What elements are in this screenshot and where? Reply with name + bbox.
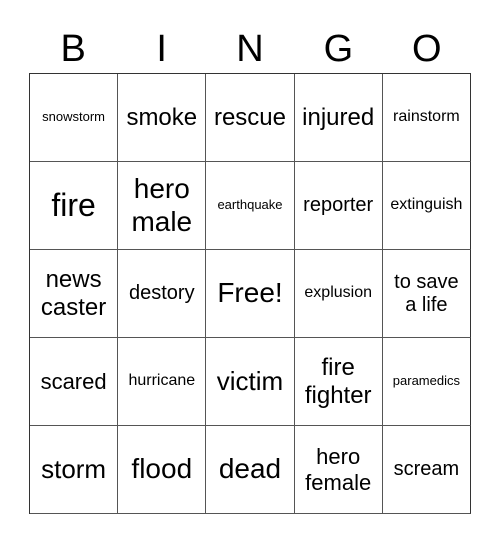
bingo-header: B I N G O xyxy=(29,24,471,74)
bingo-cell-label: hurricane xyxy=(128,372,196,390)
header-letter-g: G xyxy=(323,28,354,70)
bingo-cell[interactable]: flood xyxy=(118,426,207,514)
bingo-cell-label: news caster xyxy=(40,265,107,321)
bingo-cell-label: explusion xyxy=(304,284,372,302)
bingo-cell-label: victim xyxy=(216,365,284,396)
bingo-cell-label: hero female xyxy=(305,444,372,495)
bingo-cell[interactable]: news caster xyxy=(30,250,119,338)
bingo-cell-label: reporter xyxy=(303,194,374,216)
bingo-cell[interactable]: victim xyxy=(206,338,295,426)
bingo-cell-label: injured xyxy=(302,103,375,131)
bingo-cell[interactable]: rescue xyxy=(206,74,295,162)
bingo-cell[interactable]: storm xyxy=(30,426,119,514)
bingo-cell-label: rainstorm xyxy=(393,108,460,126)
bingo-cell[interactable]: smoke xyxy=(118,74,207,162)
bingo-cell[interactable]: destory xyxy=(118,250,207,338)
bingo-cell[interactable]: dead xyxy=(206,426,295,514)
bingo-cell-label: scared xyxy=(40,368,107,394)
bingo-cell[interactable]: scared xyxy=(30,338,119,426)
bingo-cell[interactable]: hero male xyxy=(118,162,207,250)
bingo-cell-label: earthquake xyxy=(217,197,283,213)
bingo-cell-label: to save a life xyxy=(394,270,459,316)
bingo-cell-label: Free! xyxy=(217,277,283,309)
bingo-cell[interactable]: extinguish xyxy=(382,162,471,250)
bingo-cell[interactable]: fire xyxy=(30,162,119,250)
bingo-cell-label: paramedics xyxy=(392,373,460,389)
bingo-cell-label: fire fighter xyxy=(304,353,372,409)
bingo-cell-label: storm xyxy=(41,453,107,484)
bingo-cell-label: snowstorm xyxy=(42,109,106,125)
bingo-cell-label: flood xyxy=(131,453,193,485)
bingo-cell[interactable]: earthquake xyxy=(206,162,295,250)
header-letter-o: O xyxy=(412,28,442,70)
bingo-cell[interactable]: fire fighter xyxy=(294,338,383,426)
header-letter-n: N xyxy=(236,28,264,70)
header-letter-b: B xyxy=(60,28,86,70)
bingo-cell-label: rescue xyxy=(213,103,287,131)
free-space-cell[interactable]: Free! xyxy=(206,250,295,338)
bingo-grid: snowstorm smoke rescue injured rainstorm fire… xyxy=(29,73,471,514)
bingo-cell-label: smoke xyxy=(126,103,198,131)
bingo-cell[interactable]: injured xyxy=(294,74,383,162)
bingo-cell-label: hero male xyxy=(131,173,193,237)
bingo-cell[interactable]: reporter xyxy=(294,162,383,250)
bingo-cell-label: dead xyxy=(218,453,282,485)
bingo-cell-label: extinguish xyxy=(390,196,463,214)
bingo-cell[interactable]: hurricane xyxy=(118,338,207,426)
bingo-cell-label: fire xyxy=(51,187,96,224)
bingo-cell[interactable]: to save a life xyxy=(382,250,471,338)
header-letter-i: I xyxy=(156,28,167,70)
bingo-cell[interactable]: paramedics xyxy=(382,338,471,426)
bingo-cell[interactable]: explusion xyxy=(294,250,383,338)
bingo-cell[interactable]: hero female xyxy=(294,426,383,514)
bingo-cell-label: scream xyxy=(393,458,460,480)
bingo-cell[interactable]: snowstorm xyxy=(30,74,119,162)
bingo-cell[interactable]: rainstorm xyxy=(382,74,471,162)
bingo-cell-label: destory xyxy=(128,282,195,304)
bingo-cell[interactable]: scream xyxy=(382,426,471,514)
